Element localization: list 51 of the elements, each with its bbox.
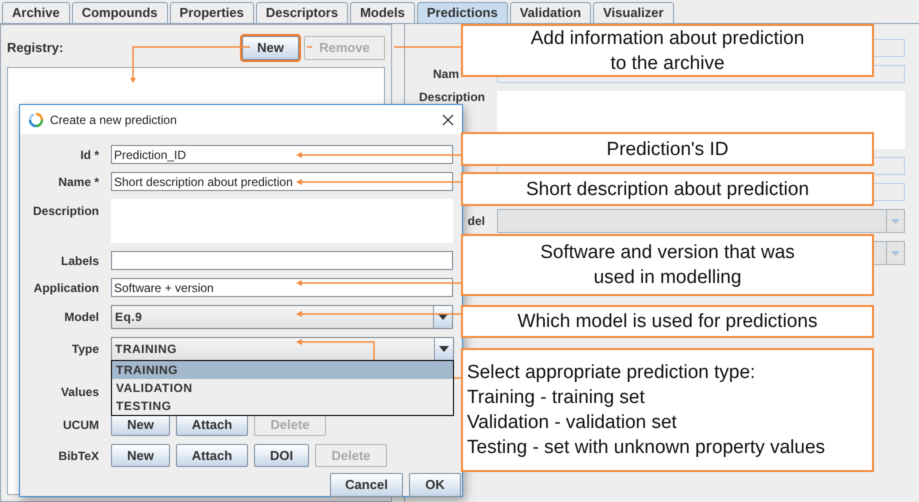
input-field[interactable]: Software + version	[111, 278, 453, 297]
input-field[interactable]	[111, 251, 453, 270]
callout-tooltip: Prediction's ID	[461, 132, 874, 166]
callout-tooltip: Add information about prediction to the archive	[461, 24, 874, 77]
field-label: del	[468, 215, 485, 227]
dropdown-option[interactable]: TESTING	[112, 397, 453, 415]
field-label: Model	[63, 309, 99, 326]
dropdown[interactable]	[497, 209, 905, 233]
dropdown-arrow-icon	[891, 250, 900, 256]
field-label: Application	[32, 280, 99, 296]
dropdown[interactable]: Eq.9	[111, 305, 453, 329]
field-label: BibTeX	[58, 448, 99, 464]
dropdown-option[interactable]: TRAINING	[112, 361, 453, 379]
window-title: Create a new prediction	[50, 112, 177, 128]
tab[interactable]: Visualizer	[593, 2, 674, 23]
input-field[interactable]: Short description about prediction	[111, 172, 453, 191]
tab[interactable]: Properties	[170, 2, 254, 23]
ok-button[interactable]: OK	[409, 473, 461, 497]
cancel-button[interactable]: Cancel	[330, 473, 403, 497]
field-label: Description	[32, 203, 99, 220]
attach-button[interactable]: Attach	[176, 444, 248, 467]
field-label: Nam	[432, 68, 459, 80]
tab[interactable]: Predictions	[416, 2, 508, 23]
app-logo-icon	[28, 112, 44, 128]
tab[interactable]: Compounds	[72, 2, 168, 23]
dropdown-option[interactable]: VALIDATION	[112, 379, 453, 397]
tab[interactable]: Models	[350, 2, 415, 23]
callout-tooltip: Select appropriate prediction type: Training - training set Validation - validation set Testing - set with unknown property values	[461, 348, 874, 472]
callout-tooltip: Short description about prediction	[461, 172, 874, 206]
new-button[interactable]: New	[242, 36, 299, 60]
field-label: Description	[418, 91, 485, 103]
field-label: Values	[60, 384, 99, 401]
dropdown-arrow-icon	[891, 218, 900, 224]
input-field[interactable]: Prediction_ID	[111, 145, 453, 164]
dropdown[interactable]: TRAINING	[111, 337, 454, 361]
doi-button[interactable]: DOI	[254, 444, 309, 467]
field-label: Type	[70, 341, 99, 358]
close-button[interactable]	[440, 112, 456, 128]
tab[interactable]: Validation	[510, 2, 592, 23]
dropdown-arrow-icon	[438, 314, 448, 320]
dropdown-arrow-icon	[439, 346, 449, 352]
tab[interactable]: Descriptors	[256, 2, 348, 23]
field-label: UCUM	[62, 416, 99, 434]
new-button[interactable]: New	[111, 444, 170, 467]
field-label: Name *	[57, 174, 99, 190]
tab[interactable]: Archive	[2, 2, 70, 23]
field-label: Id *	[79, 146, 99, 164]
callout-tooltip: Software and version that was used in modelling	[461, 234, 874, 296]
field-label: Labels	[60, 252, 99, 270]
registry-label: Registry:	[7, 39, 64, 58]
callout-tooltip: Which model is used for predictions	[461, 305, 874, 338]
